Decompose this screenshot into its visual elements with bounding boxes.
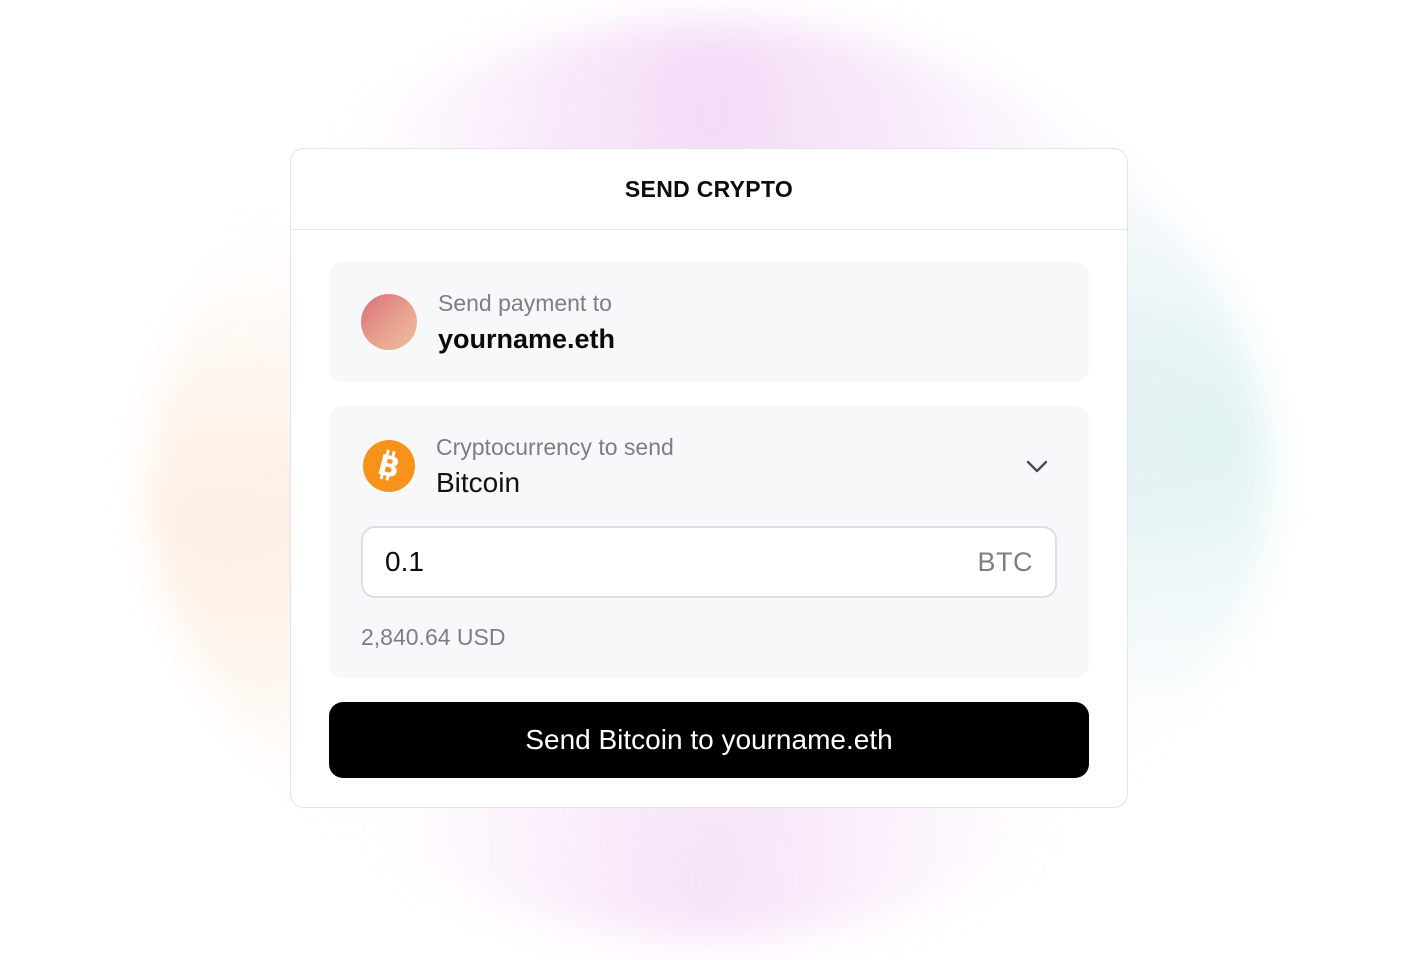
recipient-text: Send payment to yourname.eth xyxy=(438,288,615,357)
chevron-down-icon[interactable] xyxy=(1025,454,1049,478)
amount-unit: BTC xyxy=(977,546,1033,577)
amount-input[interactable] xyxy=(385,546,978,578)
bitcoin-icon: B xyxy=(363,440,415,492)
recipient-name: yourname.eth xyxy=(438,323,616,354)
send-button[interactable]: Send Bitcoin to yourname.eth xyxy=(329,702,1089,778)
bitcoin-symbol: B xyxy=(375,449,404,483)
recipient-panel: Send payment to yourname.eth xyxy=(329,262,1089,382)
recipient-avatar xyxy=(361,294,417,350)
card-body: Send payment to yourname.eth B Cryptocur… xyxy=(291,230,1127,778)
card-header: SEND CRYPTO xyxy=(291,149,1127,230)
crypto-panel: B Cryptocurrency to send Bitcoin 0.1 BTC… xyxy=(329,406,1089,678)
usd-value: 2,840.64 USD xyxy=(361,624,506,650)
page-title: SEND CRYPTO xyxy=(624,175,794,202)
crypto-label: Cryptocurrency to send xyxy=(436,433,674,460)
crypto-text: Cryptocurrency to send Bitcoin xyxy=(436,432,674,501)
send-crypto-card: SEND CRYPTO Send payment to yourname.eth… xyxy=(290,148,1128,808)
crypto-select[interactable]: B Cryptocurrency to send Bitcoin xyxy=(361,406,1057,526)
amount-field[interactable]: BTC xyxy=(361,526,1057,598)
crypto-selected-value: Bitcoin xyxy=(436,466,521,498)
recipient-label: Send payment to xyxy=(438,289,612,316)
